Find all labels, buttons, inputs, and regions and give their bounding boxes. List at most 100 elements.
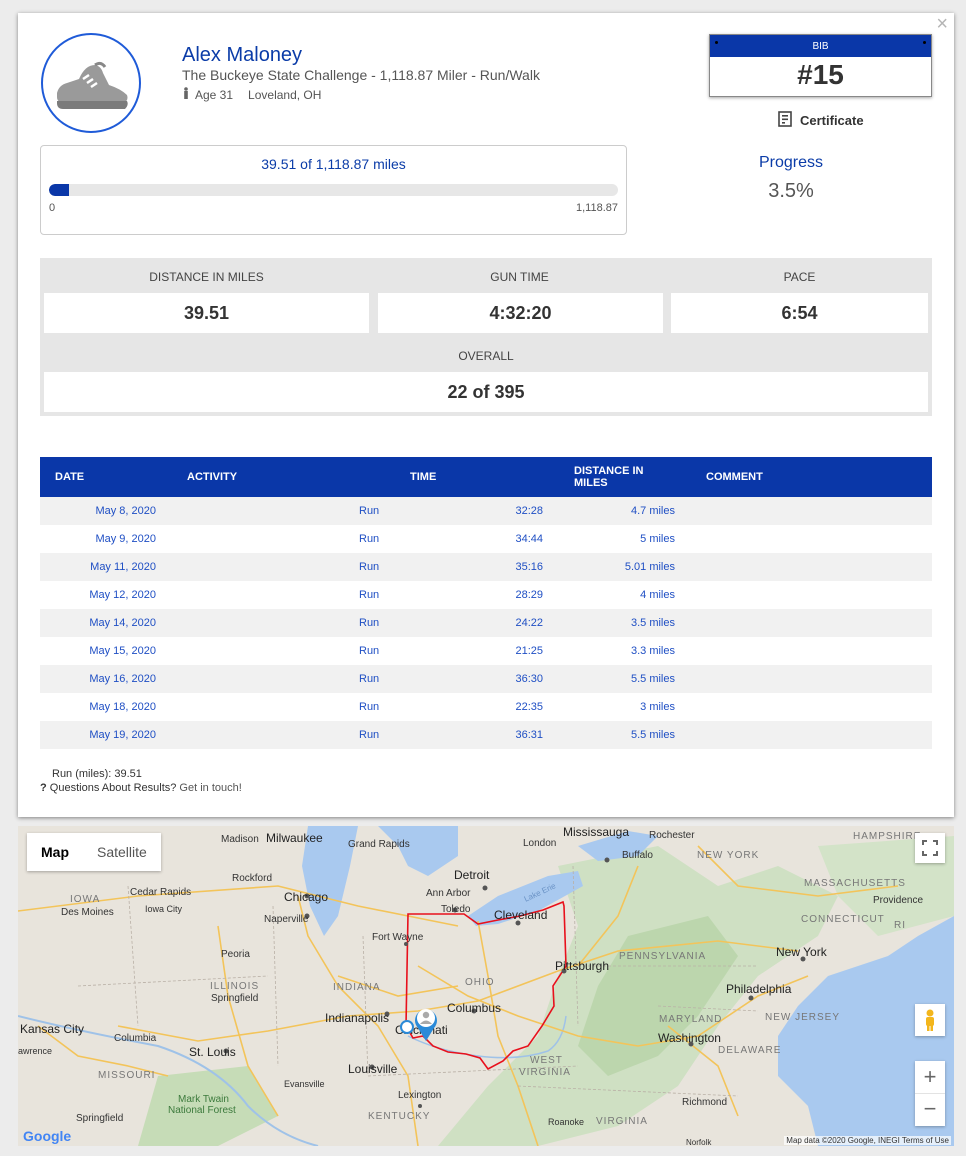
google-logo[interactable]: Google [23, 1128, 71, 1144]
fullscreen-icon [922, 840, 938, 856]
row-activity[interactable]: Run [359, 729, 379, 741]
map-attribution[interactable]: Map data ©2020 Google, INEGI Terms of Us… [784, 1136, 951, 1145]
close-icon[interactable]: × [936, 13, 948, 35]
row-activity[interactable]: Run [359, 561, 379, 573]
activity-table: DATE ACTIVITY TIME DISTANCE IN MILES COM… [40, 457, 932, 749]
row-date[interactable]: May 8, 2020 [95, 505, 156, 517]
row-distance[interactable]: 4 miles [640, 589, 675, 601]
header-time[interactable]: TIME [410, 471, 436, 483]
overall-label: OVERALL [458, 349, 514, 363]
row-activity[interactable]: Run [359, 505, 379, 517]
map-label-grand-rapids: Grand Rapids [348, 839, 410, 850]
map-tab[interactable]: Map [27, 833, 83, 871]
row-activity[interactable]: Run [359, 673, 379, 685]
map-label-washington: Washington [658, 1031, 721, 1045]
row-date[interactable]: May 14, 2020 [89, 617, 156, 629]
avatar [41, 33, 141, 133]
row-distance[interactable]: 4.7 miles [631, 505, 675, 517]
row-time[interactable]: 21:25 [515, 645, 543, 657]
row-distance[interactable]: 3 miles [640, 701, 675, 713]
start-marker-icon[interactable] [400, 1020, 414, 1034]
map-label-springfield-mo: Springfield [76, 1113, 124, 1124]
row-date[interactable]: May 15, 2020 [89, 645, 156, 657]
map-label-providence: Providence [873, 895, 924, 906]
row-distance[interactable]: 5.5 miles [631, 673, 675, 685]
map-label-norfolk: Norfolk [686, 1138, 712, 1146]
bib-header: BIB [710, 35, 931, 57]
satellite-tab[interactable]: Satellite [83, 833, 161, 871]
row-activity[interactable]: Run [359, 589, 379, 601]
header-activity[interactable]: ACTIVITY [187, 471, 237, 483]
certificate-icon [778, 111, 792, 130]
row-distance[interactable]: 3.3 miles [631, 645, 675, 657]
map-label-philadelphia: Philadelphia [726, 982, 792, 996]
map-label-new-jersey: NEW JERSEY [765, 1012, 841, 1023]
zoom-out-button[interactable]: − [915, 1094, 945, 1126]
row-distance[interactable]: 5.01 miles [625, 561, 675, 573]
map-label-london: London [523, 838, 557, 849]
row-date[interactable]: May 11, 2020 [90, 561, 156, 573]
header-date[interactable]: DATE [55, 471, 84, 483]
row-date[interactable]: May 19, 2020 [89, 729, 156, 741]
progress-bar [49, 184, 618, 196]
row-date[interactable]: May 18, 2020 [89, 701, 156, 713]
map-label-connecticut: CONNECTICUT [801, 914, 885, 925]
row-time[interactable]: 35:16 [515, 561, 543, 573]
distance-label: DISTANCE IN MILES [149, 270, 264, 284]
header-comment[interactable]: COMMENT [706, 471, 763, 483]
map-label-mark-twain-1: Mark Twain [178, 1094, 229, 1105]
bib-label: BIB [812, 41, 829, 52]
row-distance[interactable]: 5 miles [640, 533, 675, 545]
street-view-button[interactable] [915, 1004, 945, 1036]
table-row: May 8, 2020 Run 32:28 4.7 miles [40, 497, 932, 525]
row-time[interactable]: 22:35 [515, 701, 543, 713]
participant-name[interactable]: Alex Maloney [182, 44, 302, 67]
person-icon [182, 87, 190, 102]
map-label-evansville: Evansville [284, 1079, 325, 1089]
row-activity[interactable]: Run [359, 701, 379, 713]
fullscreen-button[interactable] [915, 833, 945, 863]
row-date[interactable]: May 12, 2020 [89, 589, 156, 601]
row-activity[interactable]: Run [359, 645, 379, 657]
row-distance[interactable]: 3.5 miles [631, 617, 675, 629]
map-label-iowa: IOWA [70, 894, 101, 905]
row-time[interactable]: 36:30 [515, 673, 543, 685]
route-map[interactable]: Madison Milwaukee Grand Rapids London Mi… [18, 826, 954, 1146]
map-label-iowa-city: Iowa City [145, 904, 183, 914]
map-label-lexington: Lexington [398, 1090, 442, 1101]
map-label-mississauga: Mississauga [563, 826, 630, 839]
row-time[interactable]: 36:31 [515, 729, 543, 741]
stats-panel: DISTANCE IN MILES 39.51 GUN TIME 4:32:20… [40, 258, 932, 416]
map-label-indiana: INDIANA [333, 982, 381, 993]
map-label-peoria: Peoria [221, 949, 250, 960]
map-label-ri: RI [894, 920, 906, 931]
certificate-button[interactable]: Certificate [778, 111, 864, 130]
progress-percent: 3.5% [768, 180, 814, 202]
row-date[interactable]: May 9, 2020 [95, 533, 156, 545]
row-time[interactable]: 34:44 [515, 533, 543, 545]
zoom-in-button[interactable]: + [915, 1061, 945, 1094]
get-in-touch-link[interactable]: Get in touch! [176, 782, 241, 794]
row-date[interactable]: May 16, 2020 [89, 673, 156, 685]
row-time[interactable]: 24:22 [515, 617, 543, 629]
row-time[interactable]: 32:28 [515, 505, 543, 517]
map-label-chicago: Chicago [284, 890, 329, 904]
questions-line: ? Questions About Results? Get in touch! [40, 782, 242, 794]
map-label-madison: Madison [221, 834, 259, 845]
map-label-buffalo: Buffalo [622, 850, 653, 861]
header-distance[interactable]: DISTANCE IN MILES [574, 465, 654, 489]
row-activity[interactable]: Run [359, 533, 379, 545]
map-label-toledo: Toledo [441, 904, 471, 915]
table-row: May 9, 2020 Run 34:44 5 miles [40, 525, 932, 553]
row-distance[interactable]: 5.5 miles [631, 729, 675, 741]
map-label-cedar-rapids: Cedar Rapids [130, 887, 192, 898]
row-time[interactable]: 28:29 [515, 589, 543, 601]
map-label-rockford: Rockford [232, 873, 273, 884]
progress-title: Progress [758, 154, 824, 171]
map-label-new-york-state: NEW YORK [697, 850, 760, 861]
progress-panel: 39.51 of 1,118.87 miles 0 1,118.87 [40, 145, 627, 235]
row-activity[interactable]: Run [359, 617, 379, 629]
map-label-cleveland: Cleveland [494, 908, 548, 922]
map-label-west-virginia-2: VIRGINIA [519, 1067, 571, 1078]
map-label-louisville: Louisville [348, 1062, 398, 1076]
